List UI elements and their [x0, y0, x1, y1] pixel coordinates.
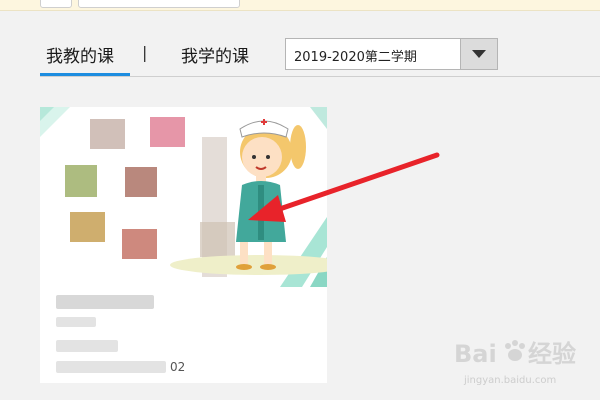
course-card[interactable]: 02: [40, 107, 327, 383]
svg-text:经验: 经验: [528, 340, 576, 368]
caret-down-icon: [472, 50, 486, 58]
baidu-jingyan-watermark-logo: Bai 经验: [454, 340, 576, 368]
toolbar-button[interactable]: [40, 0, 72, 8]
term-select[interactable]: 2019-2020第二学期: [285, 38, 498, 70]
svg-text:Bai: Bai: [454, 340, 497, 368]
course-code-blurred: [56, 361, 166, 373]
course-subtitle-blurred: [56, 317, 96, 327]
course-code-suffix: 02: [170, 360, 186, 374]
dropdown-toggle[interactable]: [460, 39, 497, 69]
annotation-arrow-icon: [248, 152, 440, 222]
term-select-value: 2019-2020第二学期: [294, 50, 417, 65]
toolbar-button[interactable]: [78, 0, 240, 8]
course-title-blurred: [56, 295, 154, 309]
tab-separator: |: [142, 43, 148, 62]
watermark-url: jingyan.baidu.com: [464, 375, 557, 386]
tab-my-learning-courses[interactable]: 我学的课: [181, 42, 249, 67]
tab-my-teaching-courses[interactable]: 我教的课: [46, 42, 114, 67]
tabs-divider: [40, 76, 600, 77]
top-toolbar: [0, 0, 600, 11]
course-teacher-blurred: [56, 340, 118, 352]
